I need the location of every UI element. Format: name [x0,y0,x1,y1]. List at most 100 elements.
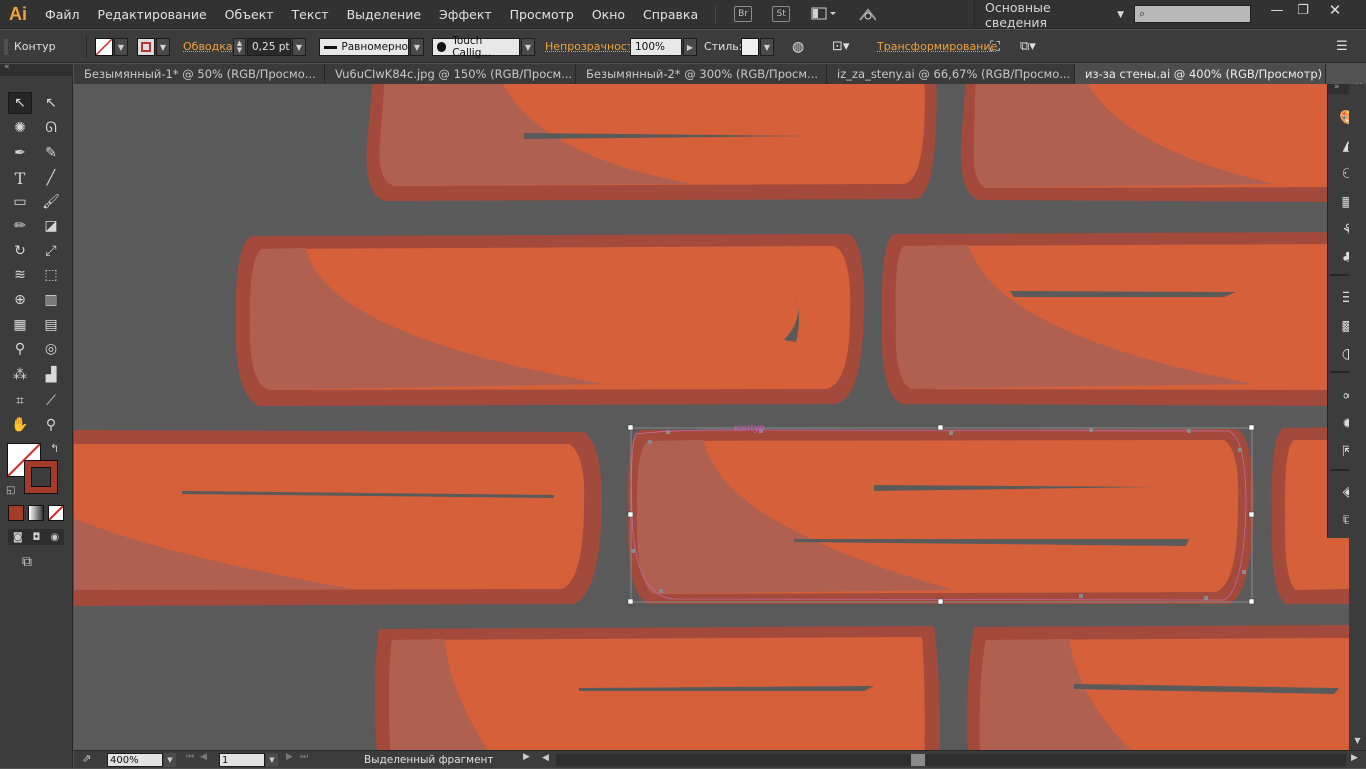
rotate-icon[interactable]: ↻ [8,240,32,262]
stroke-stepper[interactable]: ▲ ▼ [233,38,246,56]
type-icon[interactable]: T [8,167,32,189]
bridge-icon[interactable]: Br [734,6,752,22]
previous-artboard-icon[interactable]: ◀ [200,752,207,762]
opacity-label[interactable]: Непрозрачность: [545,30,644,63]
artboard-dropdown[interactable]: ▼ [266,753,278,767]
tab-document-4[interactable]: iz_za_steny.ai @ 66,67% (RGB/Просмо...✕ [827,64,1075,84]
shape-builder-icon[interactable]: ⊕ [8,289,32,311]
brush-definition[interactable]: Touch Callig... [432,38,520,56]
stroke-swatch[interactable] [137,38,155,56]
draw-mode-group[interactable]: ◙ ◘ ◉ [8,529,64,545]
selection-icon[interactable]: ↖ [8,92,32,114]
zoom-field[interactable]: 400% [107,753,163,767]
opacity-field[interactable]: 100% [630,38,682,56]
fill-swatch[interactable] [95,38,113,56]
horizontal-scrollbar[interactable] [556,754,1346,766]
first-artboard-icon[interactable]: ⏮ [186,752,194,762]
hand-icon[interactable]: ✋ [8,414,32,436]
column-graph-icon[interactable]: ▟ [39,364,63,386]
scale-icon[interactable]: ⤢ [39,240,63,262]
artboard-number-field[interactable]: 1 [219,753,265,767]
search-input[interactable]: ⌕ [1134,5,1251,23]
eyedropper-icon[interactable]: ⚲ [8,338,32,360]
tab-document-3[interactable]: Безымянный-2* @ 300% (RGB/Просм...✕ [576,64,827,84]
free-transform-icon[interactable]: ⬚ [39,264,63,286]
color-mode-icon[interactable] [8,505,24,521]
warp-icon[interactable]: ≋ [8,264,32,286]
tab-document-2[interactable]: Vu6uCIwK84c.jpg @ 150% (RGB/Просм...✕ [325,64,576,84]
default-colors-icon[interactable]: ◱ [6,485,15,496]
artboard-canvas[interactable]: контур [74,84,1349,750]
panel-menu-icon[interactable]: ☰ [1336,30,1348,63]
perspective-icon[interactable]: ▥ [39,289,63,311]
gradient-icon[interactable]: ▤ [39,314,63,336]
stroke-weight-label[interactable]: Обводка: [183,30,236,63]
share-icon[interactable]: ⇗ [82,752,91,765]
recolor-artwork-icon[interactable]: ◍ [792,30,804,63]
direct-selection-icon[interactable]: ↖ [39,92,63,114]
menu-window[interactable]: Окно [583,0,634,29]
slice-icon[interactable]: ⟋ [39,390,63,412]
status-menu-icon[interactable]: ▶ [523,752,530,762]
magic-wand-icon[interactable]: ✺ [8,117,32,139]
stroke-weight-field[interactable]: 0,25 pt [247,38,291,56]
screen-mode-icon[interactable]: ⧉ [22,554,32,570]
menu-type[interactable]: Текст [283,0,338,29]
close-button[interactable]: ✕ [1320,0,1350,20]
isolate-icon[interactable]: ⛶ [990,30,1000,63]
scroll-down-icon[interactable]: ▼ [1351,736,1364,748]
menu-select[interactable]: Выделение [338,0,430,29]
zoom-dropdown[interactable]: ▼ [164,753,176,767]
tab-document-1[interactable]: Безымянный-1* @ 50% (RGB/Просмо...✕ [74,64,325,84]
eraser-icon[interactable]: ◪ [39,215,63,237]
rectangle-icon[interactable]: ▭ [8,191,32,213]
style-dropdown[interactable]: ▼ [760,38,774,56]
menu-edit[interactable]: Редактирование [89,0,216,29]
transform-link[interactable]: Трансформирование [877,30,997,63]
line-icon[interactable]: ╱ [39,167,63,189]
zoom-icon[interactable]: ⚲ [39,414,63,436]
pencil-icon[interactable]: ✏ [8,215,32,237]
none-mode-icon[interactable] [48,505,64,521]
paintbrush-icon[interactable]: 🖌 [39,191,63,213]
menu-file[interactable]: Файл [36,0,89,29]
menu-effect[interactable]: Эффект [430,0,501,29]
draw-normal-icon[interactable]: ◙ [13,532,23,543]
mesh-icon[interactable]: ▦ [8,314,32,336]
anchor-points-icon[interactable]: ⧉▾ [1020,30,1036,63]
horizontal-scroll-thumb[interactable] [911,754,925,766]
stroke-color-box[interactable] [24,460,58,494]
menu-help[interactable]: Справка [634,0,707,29]
gpu-performance-icon[interactable] [858,6,876,22]
arrange-documents-icon[interactable] [810,6,838,22]
draw-behind-icon[interactable]: ◘ [33,532,41,543]
last-artboard-icon[interactable]: ⏭ [300,752,308,762]
lasso-icon[interactable]: ᘏ [39,117,63,139]
swap-fill-stroke-icon[interactable]: ↰ [50,442,59,455]
next-artboard-icon[interactable]: ▶ [286,752,293,762]
tab-document-5[interactable]: из-за стены.ai @ 400% (RGB/Просмотр)✕ [1075,64,1326,84]
scroll-right-icon[interactable]: ▶ [1351,753,1358,763]
graphic-style-swatch[interactable] [741,38,759,56]
curvature-icon[interactable]: ✎ [39,142,63,164]
gradient-mode-icon[interactable] [28,505,44,521]
restore-button[interactable]: ❐ [1288,0,1318,20]
opacity-flyout[interactable]: ▶ [683,38,697,56]
variable-width-profile[interactable]: Равномерно [319,38,409,56]
menu-view[interactable]: Просмотр [501,0,583,29]
pen-icon[interactable]: ✒ [8,142,32,164]
vertical-scrollbar[interactable]: ▼ [1349,84,1366,750]
stroke-weight-dropdown[interactable]: ▼ [292,38,306,56]
align-to-icon[interactable]: ⊡▾ [832,30,849,63]
menu-object[interactable]: Объект [216,0,283,29]
draw-inside-icon[interactable]: ◉ [50,532,59,543]
stroke-dropdown[interactable]: ▼ [156,38,170,56]
stock-icon[interactable]: St [772,6,790,22]
scroll-left-icon[interactable]: ◀ [542,753,549,763]
blend-icon[interactable]: ◎ [39,338,63,360]
brush-dropdown[interactable]: ▼ [521,38,535,56]
fill-dropdown[interactable]: ▼ [114,38,128,56]
workspace-switcher[interactable]: Основные сведения ▼ [974,0,1124,29]
artboard-icon[interactable]: ⌗ [8,390,32,412]
profile-dropdown[interactable]: ▼ [410,38,424,56]
